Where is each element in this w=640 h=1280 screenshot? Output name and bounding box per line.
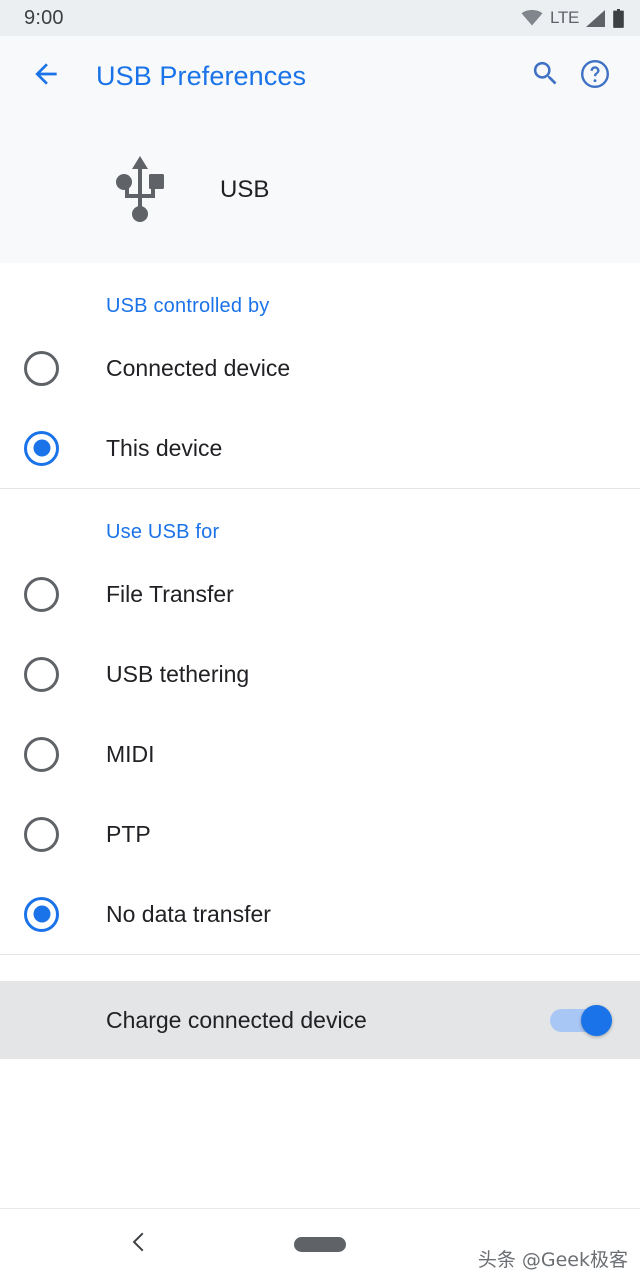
search-icon [530, 58, 561, 94]
radio-row-midi[interactable]: MIDI [0, 714, 640, 794]
section-title-usb-controlled-by: USB controlled by [106, 295, 270, 317]
status-bar: 9:00 LTE [0, 0, 640, 36]
status-bar-icons: LTE [521, 8, 624, 28]
section-title-use-usb-for: Use USB for [106, 521, 220, 543]
help-circle-icon [579, 58, 611, 95]
usb-icon [112, 155, 168, 224]
radio-no-data-transfer[interactable] [24, 896, 59, 932]
radio-label-file-transfer: File Transfer [106, 580, 234, 607]
app-bar: USB Preferences [0, 36, 640, 116]
charge-connected-device-switch[interactable] [550, 1005, 612, 1036]
settings-content: USB controlled by Connected device This … [0, 263, 640, 1059]
radio-label-connected-device: Connected device [106, 354, 291, 381]
nav-back-button[interactable] [120, 1225, 160, 1265]
back-button[interactable] [22, 52, 70, 100]
radio-label-midi: MIDI [106, 740, 155, 767]
network-type-label: LTE [549, 8, 579, 27]
arrow-back-icon [30, 58, 62, 95]
radio-midi[interactable] [24, 736, 59, 772]
switch-thumb [581, 1005, 612, 1036]
radio-ptp[interactable] [24, 816, 59, 852]
usb-header-block: USB [0, 116, 640, 263]
battery-icon [613, 8, 624, 28]
status-bar-time: 9:00 [24, 6, 64, 29]
help-button[interactable] [570, 51, 620, 101]
radio-label-this-device: This device [106, 434, 223, 461]
radio-row-file-transfer[interactable]: File Transfer [0, 554, 640, 634]
radio-this-device[interactable] [24, 430, 59, 466]
radio-row-ptp[interactable]: PTP [0, 794, 640, 874]
spacer-before-toggle [0, 955, 640, 981]
radio-label-no-data-transfer: No data transfer [106, 900, 271, 927]
page-title: USB Preferences [96, 60, 307, 91]
watermark-text: 头条 @Geek极客 [477, 1249, 628, 1271]
radio-usb-tethering[interactable] [24, 656, 59, 692]
home-gesture-pill[interactable] [294, 1237, 346, 1252]
chevron-left-icon [127, 1229, 153, 1260]
radio-row-connected-device[interactable]: Connected device [0, 328, 640, 408]
system-navigation-bar: 头条 @Geek极客 [0, 1208, 640, 1280]
radio-label-ptp: PTP [106, 820, 151, 847]
usb-header-label: USB [220, 175, 270, 203]
charge-connected-device-row[interactable]: Charge connected device [0, 981, 640, 1059]
signal-icon [586, 9, 606, 27]
radio-label-usb-tethering: USB tethering [106, 660, 250, 687]
radio-row-usb-tethering[interactable]: USB tethering [0, 634, 640, 714]
radio-file-transfer[interactable] [24, 576, 59, 612]
search-button[interactable] [520, 51, 570, 101]
wifi-icon [521, 10, 543, 26]
charge-connected-device-label: Charge connected device [106, 1006, 367, 1033]
radio-row-this-device[interactable]: This device [0, 408, 640, 488]
radio-row-no-data-transfer[interactable]: No data transfer [0, 874, 640, 954]
radio-connected-device[interactable] [24, 350, 59, 386]
